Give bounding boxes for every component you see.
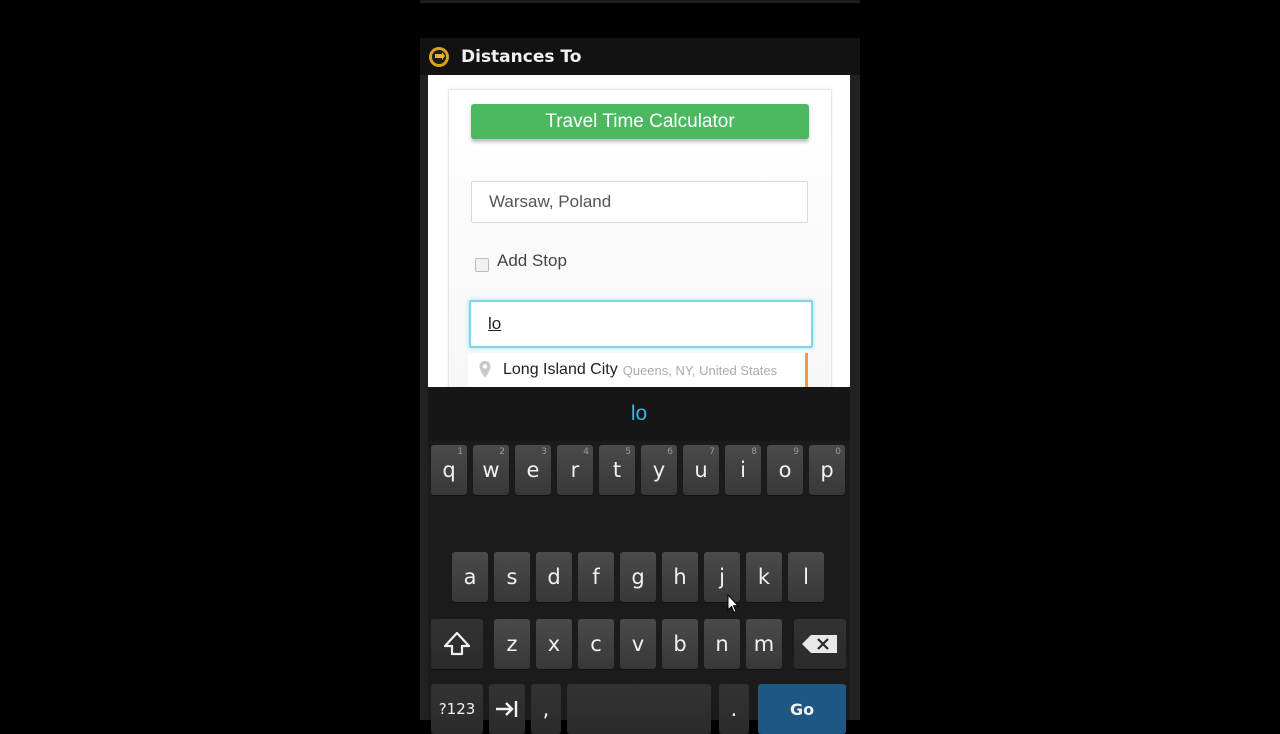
suggestion-main-text: Long Island City [503,361,618,378]
key-b[interactable]: b [662,619,698,669]
app-logo-icon[interactable] [427,45,451,69]
key-v[interactable]: v [620,619,656,669]
key-hint: 4 [583,447,589,457]
key-hint: 2 [499,447,505,457]
candidate-suggestion[interactable]: lo [428,387,850,441]
key-w[interactable]: 2w [473,445,509,495]
key-hint: 7 [709,447,715,457]
key-t[interactable]: 5t [599,445,635,495]
key-label: u [694,458,708,482]
key-u[interactable]: 7u [683,445,719,495]
key-label: r [570,458,580,482]
key-label: p [820,458,834,482]
key-hint: 3 [541,447,547,457]
travel-time-calculator-button[interactable]: Travel Time Calculator [471,104,809,139]
shift-arrow-icon [443,631,471,656]
app-window: Distances To Travel Time Calculator Wars… [420,38,860,734]
key-hint: 6 [667,447,673,457]
shift-key[interactable] [431,619,483,669]
backspace-icon [802,635,837,653]
key-label: o [778,458,792,482]
key-s[interactable]: s [494,552,530,602]
origin-value: Warsaw, Poland [489,192,612,211]
suggestion-secondary-text: Queens, NY, United States [622,362,778,378]
key-q[interactable]: 1q [431,445,467,495]
space-key[interactable] [567,684,711,734]
key-label: q [442,458,456,482]
key-d[interactable]: d [536,552,572,602]
tab-key[interactable] [489,684,525,734]
key-hint: 5 [625,447,631,457]
key-label: w [482,458,500,482]
app-title: Distances To [461,46,582,67]
tab-arrow-icon [496,701,518,717]
key-n[interactable]: n [704,619,740,669]
key-hint: 8 [751,447,757,457]
key-label: t [612,458,622,482]
comma-key[interactable]: , [531,684,561,734]
period-key[interactable]: . [719,684,749,734]
action-bar: Distances To [420,38,860,75]
phone-screen: Distances To Travel Time Calculator Wars… [420,0,860,734]
key-p[interactable]: 0p [809,445,845,495]
key-label: i [740,458,746,482]
origin-input[interactable]: Warsaw, Poland [471,181,808,223]
add-stop-label: Add Stop [497,251,567,270]
key-k[interactable]: k [746,552,782,602]
mouse-pointer-icon [727,594,739,614]
key-hint: 9 [793,447,799,457]
key-hint: 0 [835,447,841,457]
autocomplete-suggestion[interactable]: Long Island City Queens, NY, United Stat… [468,353,808,387]
soft-keyboard: lo 1q 2w 3e 4r 5t 6y 7u 8i 9o 0p a s d f… [428,387,850,734]
key-z[interactable]: z [494,619,530,669]
status-strip [420,0,860,3]
key-label: y [652,458,666,482]
form-card: Travel Time Calculator Warsaw, Poland Ad… [448,89,832,387]
key-f[interactable]: f [578,552,614,602]
key-label: e [526,458,540,482]
destination-input[interactable]: lo [469,300,813,348]
key-i[interactable]: 8i [725,445,761,495]
destination-value: lo [488,314,502,333]
key-m[interactable]: m [746,619,782,669]
key-c[interactable]: c [578,619,614,669]
map-pin-icon [479,361,491,378]
key-h[interactable]: h [662,552,698,602]
key-l[interactable]: l [788,552,824,602]
web-content: Travel Time Calculator Warsaw, Poland Ad… [428,75,850,387]
symbols-key[interactable]: ?123 [431,684,483,734]
key-hint: 1 [457,447,463,457]
key-y[interactable]: 6y [641,445,677,495]
key-o[interactable]: 9o [767,445,803,495]
go-key[interactable]: Go [758,684,846,734]
key-e[interactable]: 3e [515,445,551,495]
add-stop-row[interactable]: Add Stop [475,250,567,272]
backspace-key[interactable] [794,619,846,669]
add-stop-checkbox[interactable] [475,258,489,272]
key-r[interactable]: 4r [557,445,593,495]
key-g[interactable]: g [620,552,656,602]
key-a[interactable]: a [452,552,488,602]
key-x[interactable]: x [536,619,572,669]
